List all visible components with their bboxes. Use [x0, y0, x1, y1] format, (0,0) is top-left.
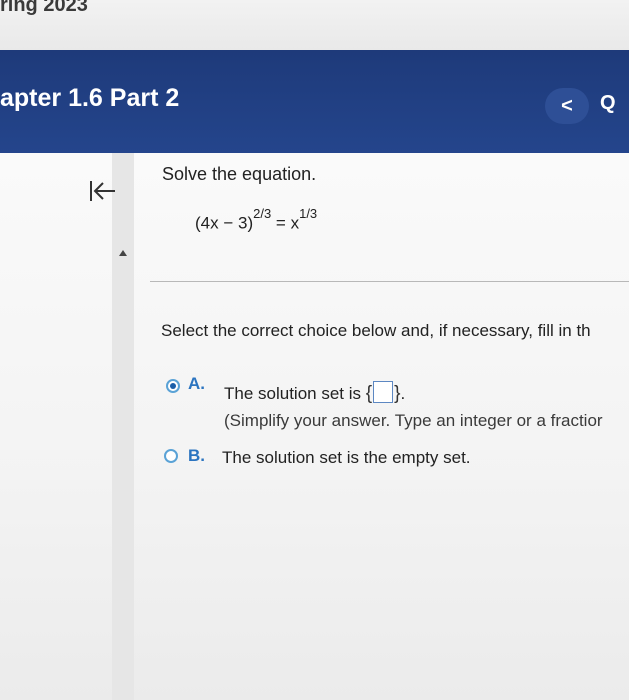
collapse-left-icon[interactable]	[85, 173, 119, 207]
chapter-title: apter 1.6 Part 2	[0, 84, 180, 112]
previous-question-button[interactable]: <	[545, 88, 589, 124]
equation-exponent-left: 2/3	[253, 206, 272, 221]
brace-open: {	[365, 383, 373, 404]
choice-b-text: The solution set is the empty set.	[222, 448, 471, 467]
course-title-strip: ring 2023	[0, 0, 629, 50]
divider	[150, 281, 629, 282]
equation-variable: x	[290, 213, 300, 233]
choice-a-period: .	[400, 384, 406, 403]
choice-a-letter: A.	[188, 374, 205, 393]
choice-a-label: The solution set is	[224, 384, 362, 403]
question-menu-button[interactable]: Q	[600, 92, 616, 115]
choice-a-text: The solution set is {}.	[224, 381, 405, 405]
equation-base: (4x − 3)	[195, 213, 254, 233]
chevron-left-icon: <	[561, 94, 573, 117]
choice-b-radio[interactable]	[164, 449, 178, 463]
choice-b-letter: B.	[188, 446, 205, 465]
instruction-text: Select the correct choice below and, if …	[161, 321, 591, 340]
up-arrow-icon[interactable]	[118, 249, 128, 257]
answer-input-box[interactable]	[373, 381, 394, 403]
course-title: ring 2023	[0, 0, 88, 16]
question-prompt: Solve the equation.	[162, 164, 317, 184]
equation-equals: =	[275, 213, 286, 233]
choice-a-radio[interactable]	[166, 379, 180, 393]
header-bar: apter 1.6 Part 2 < Q	[0, 50, 629, 153]
equation-exponent-right: 1/3	[299, 206, 318, 221]
question-panel: Solve the equation. (4x − 3)2/3 = x1/3 S…	[0, 153, 629, 700]
choice-a-hint: (Simplify your answer. Type an integer o…	[224, 411, 603, 430]
left-scroll-gutter[interactable]	[112, 153, 134, 700]
equation: (4x − 3)2/3 = x1/3	[195, 206, 317, 234]
